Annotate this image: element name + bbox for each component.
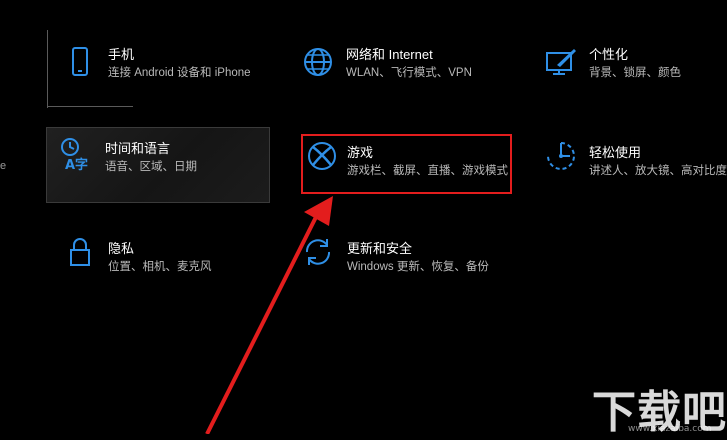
watermark-url: www.xiazaiba.com bbox=[628, 424, 712, 434]
red-arrow-annotation bbox=[205, 196, 333, 434]
